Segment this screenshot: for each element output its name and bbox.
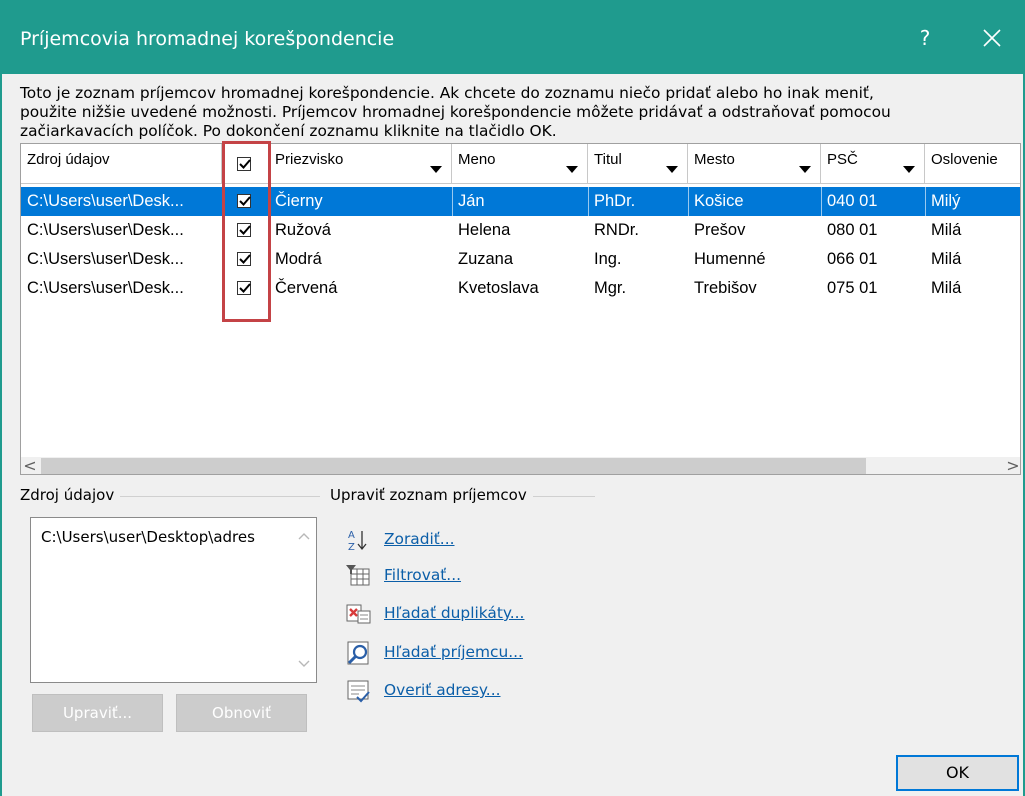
column-header-priezvisko[interactable]: Priezvisko <box>269 144 452 184</box>
scrollbar-thumb[interactable] <box>41 458 866 474</box>
refresh-button[interactable]: Obnoviť <box>176 694 307 732</box>
column-header-mesto[interactable]: Mesto <box>688 144 821 184</box>
cell-meno: Ján <box>458 192 485 210</box>
checkbox-column-highlight <box>222 141 271 322</box>
svg-text:Z: Z <box>348 542 355 553</box>
cell-psc: 080 01 <box>827 221 878 239</box>
filter-icon <box>346 565 370 586</box>
cell-oslovenie: Milá <box>931 279 962 297</box>
cell-meno: Helena <box>458 221 511 239</box>
find-duplicates-icon <box>346 604 371 624</box>
dropdown-arrow-icon[interactable] <box>799 166 811 173</box>
title-bar: Príjemcovia hromadnej korešpondencie ? <box>0 0 1025 74</box>
cell-source: C:\Users\user\Desk... <box>27 250 184 268</box>
column-label: Oslovenie <box>931 151 998 168</box>
help-button[interactable]: ? <box>905 18 945 58</box>
horizontal-scrollbar[interactable]: < > <box>21 457 1020 475</box>
table-row[interactable]: C:\Users\user\Desk... Modrá Zuzana Ing. Hume… <box>21 245 1020 274</box>
validate-addresses-icon <box>347 680 370 703</box>
dropdown-arrow-icon[interactable] <box>566 166 578 173</box>
dropdown-arrow-icon[interactable] <box>430 166 442 173</box>
column-header-titul[interactable]: Titul <box>588 144 688 184</box>
find-recipient-icon <box>347 641 369 665</box>
ok-button[interactable]: OK <box>896 755 1019 791</box>
close-icon <box>983 29 1001 47</box>
cell-mesto: Košice <box>694 192 744 210</box>
cell-titul: PhDr. <box>594 192 636 210</box>
filter-link[interactable]: Filtrovať... <box>384 566 461 584</box>
cell-divider <box>588 187 589 216</box>
sort-az-icon: A Z <box>348 530 367 553</box>
svg-text:A: A <box>348 530 355 541</box>
mail-merge-recipients-dialog: Príjemcovia hromadnej korešpondencie ? T… <box>0 0 1025 796</box>
cell-mesto: Prešov <box>694 221 746 239</box>
cell-oslovenie: Milý <box>931 192 961 210</box>
cell-divider <box>688 187 689 216</box>
column-label: Titul <box>594 151 622 168</box>
column-label: PSČ <box>827 151 858 168</box>
cell-oslovenie: Milá <box>931 221 962 239</box>
cell-psc: 066 01 <box>827 250 878 268</box>
data-source-section-title: Zdroj údajov <box>20 486 121 504</box>
column-header-oslovenie[interactable]: Oslovenie <box>925 144 1020 184</box>
column-label: Mesto <box>694 151 735 168</box>
cell-divider <box>821 187 822 216</box>
close-button[interactable] <box>967 18 1017 58</box>
scroll-right-icon[interactable]: > <box>1004 457 1020 475</box>
cell-meno: Zuzana <box>458 250 514 268</box>
description-text: Toto je zoznam príjemcov hromadnej koreš… <box>20 84 891 140</box>
validate-addresses-link[interactable]: Overiť adresy... <box>384 681 501 699</box>
table-row[interactable]: C:\Users\user\Desk... Ružová Helena RNDr. Pr… <box>21 216 1020 245</box>
cell-meno: Kvetoslava <box>458 279 539 297</box>
column-header-meno[interactable]: Meno <box>452 144 588 184</box>
cell-priezvisko: Modrá <box>275 250 322 268</box>
cell-mesto: Humenné <box>694 250 766 268</box>
cell-oslovenie: Milá <box>931 250 962 268</box>
column-label: Priezvisko <box>275 151 344 168</box>
window-border-left <box>0 74 2 796</box>
recipients-table: Zdroj údajov Priezvisko Meno Titul Mesto… <box>20 143 1021 475</box>
cell-priezvisko: Čierny <box>275 192 323 210</box>
refine-section-title: Upraviť zoznam príjemcov <box>330 486 533 504</box>
cell-source: C:\Users\user\Desk... <box>27 279 184 297</box>
dropdown-arrow-icon[interactable] <box>903 166 915 173</box>
find-duplicates-link[interactable]: Hľadať duplikáty... <box>384 604 524 622</box>
column-header-psc[interactable]: PSČ <box>821 144 925 184</box>
cell-titul: Ing. <box>594 250 622 268</box>
scroll-left-icon[interactable]: < <box>21 457 39 475</box>
cell-priezvisko: Červená <box>275 279 338 297</box>
table-header: Zdroj údajov Priezvisko Meno Titul Mesto… <box>21 144 1020 184</box>
cell-priezvisko: Ružová <box>275 221 331 239</box>
dropdown-arrow-icon[interactable] <box>666 166 678 173</box>
sort-link[interactable]: Zoradiť... <box>384 530 454 548</box>
column-header-data-source[interactable]: Zdroj údajov <box>21 144 222 184</box>
cell-titul: RNDr. <box>594 221 639 239</box>
find-recipient-link[interactable]: Hľadať príjemcu... <box>384 643 523 661</box>
scroll-down-icon[interactable] <box>298 660 310 668</box>
cell-titul: Mgr. <box>594 279 627 297</box>
cell-divider <box>925 187 926 216</box>
window-title: Príjemcovia hromadnej korešpondencie <box>20 28 395 50</box>
column-label: Zdroj údajov <box>27 151 110 168</box>
data-source-item[interactable]: C:\Users\user\Desktop\adres <box>41 528 286 546</box>
cell-psc: 075 01 <box>827 279 878 297</box>
scroll-up-icon[interactable] <box>298 532 310 540</box>
cell-divider <box>452 187 453 216</box>
table-row[interactable]: C:\Users\user\Desk... Čierny Ján PhDr. Košic… <box>21 187 1020 216</box>
cell-mesto: Trebišov <box>694 279 757 297</box>
data-source-listbox[interactable]: C:\Users\user\Desktop\adres <box>30 517 317 683</box>
edit-button[interactable]: Upraviť... <box>32 694 163 732</box>
column-label: Meno <box>458 151 496 168</box>
cell-source: C:\Users\user\Desk... <box>27 221 184 239</box>
cell-source: C:\Users\user\Desk... <box>27 192 184 210</box>
cell-psc: 040 01 <box>827 192 878 210</box>
table-row[interactable]: C:\Users\user\Desk... Červená Kvetoslava Mg… <box>21 274 1020 303</box>
